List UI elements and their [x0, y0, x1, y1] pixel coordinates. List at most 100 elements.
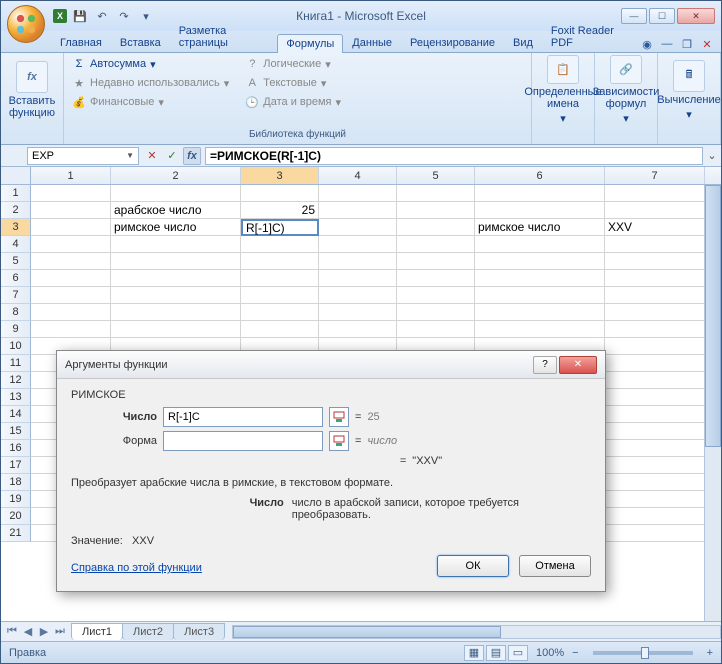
- cell[interactable]: [397, 202, 475, 219]
- cancel-formula-icon[interactable]: ✕: [143, 147, 161, 165]
- cell[interactable]: [319, 270, 397, 287]
- page-break-view-icon[interactable]: ▭: [508, 645, 528, 661]
- sheet-tab[interactable]: Лист1: [71, 623, 123, 640]
- cell[interactable]: [319, 253, 397, 270]
- cell[interactable]: римское число: [111, 219, 241, 236]
- cell[interactable]: [319, 321, 397, 338]
- row-header[interactable]: 4: [1, 236, 31, 253]
- cell[interactable]: [605, 185, 705, 202]
- cell[interactable]: [605, 304, 705, 321]
- chevron-down-icon[interactable]: ▼: [126, 151, 134, 160]
- dialog-titlebar[interactable]: Аргументы функции ? ✕: [57, 351, 605, 379]
- col-header[interactable]: 3: [241, 167, 319, 184]
- cell[interactable]: [111, 321, 241, 338]
- cell[interactable]: [31, 219, 111, 236]
- accept-formula-icon[interactable]: ✓: [163, 147, 181, 165]
- tab-formulas[interactable]: Формулы: [277, 34, 343, 53]
- qat-dropdown-icon[interactable]: ▾: [137, 7, 155, 25]
- name-box[interactable]: EXP ▼: [27, 147, 139, 165]
- tab-foxit[interactable]: Foxit Reader PDF: [542, 21, 639, 52]
- cell[interactable]: [605, 508, 705, 525]
- save-icon[interactable]: 💾: [71, 7, 89, 25]
- cell[interactable]: [111, 253, 241, 270]
- cell[interactable]: [397, 321, 475, 338]
- cell[interactable]: [605, 423, 705, 440]
- tab-home[interactable]: Главная: [51, 33, 111, 52]
- cell[interactable]: [397, 185, 475, 202]
- cell[interactable]: [319, 219, 397, 236]
- defined-names-button[interactable]: 📋 Определенные имена▾: [536, 55, 590, 125]
- cell[interactable]: [241, 270, 319, 287]
- cell[interactable]: [605, 338, 705, 355]
- maximize-button[interactable]: ☐: [649, 8, 675, 24]
- active-cell[interactable]: R[-1]C): [241, 219, 319, 236]
- cell[interactable]: [397, 236, 475, 253]
- prev-sheet-icon[interactable]: ◀: [21, 625, 35, 639]
- row-header[interactable]: 9: [1, 321, 31, 338]
- cell[interactable]: [241, 287, 319, 304]
- cell[interactable]: [31, 270, 111, 287]
- row-header[interactable]: 10: [1, 338, 31, 355]
- tab-view[interactable]: Вид: [504, 33, 542, 52]
- cell[interactable]: [319, 185, 397, 202]
- cell[interactable]: [605, 406, 705, 423]
- cell[interactable]: XXV: [605, 219, 705, 236]
- cell[interactable]: [31, 321, 111, 338]
- zoom-out-icon[interactable]: −: [572, 647, 578, 659]
- cell[interactable]: [31, 185, 111, 202]
- sheet-tab[interactable]: Лист2: [122, 623, 174, 640]
- row-header[interactable]: 2: [1, 202, 31, 219]
- row-header[interactable]: 11: [1, 355, 31, 372]
- doc-minimize-icon[interactable]: —: [659, 36, 675, 52]
- cell[interactable]: [605, 236, 705, 253]
- logical-button[interactable]: ?Логические ▾: [241, 55, 345, 73]
- cell[interactable]: [319, 202, 397, 219]
- zoom-slider[interactable]: [593, 651, 693, 655]
- close-button[interactable]: ✕: [677, 8, 715, 24]
- page-layout-view-icon[interactable]: ▤: [486, 645, 506, 661]
- cell[interactable]: [605, 474, 705, 491]
- vertical-scrollbar[interactable]: [704, 185, 721, 621]
- cell[interactable]: [397, 253, 475, 270]
- last-sheet-icon[interactable]: ⏭: [53, 625, 67, 639]
- col-header[interactable]: 4: [319, 167, 397, 184]
- cell[interactable]: [319, 287, 397, 304]
- col-header[interactable]: 7: [605, 167, 705, 184]
- cell[interactable]: римское число: [475, 219, 605, 236]
- ok-button[interactable]: ОК: [437, 555, 509, 577]
- calculation-button[interactable]: 🖩 Вычисление▾: [662, 55, 716, 125]
- autosum-button[interactable]: ΣАвтосумма ▾: [68, 55, 233, 73]
- col-header[interactable]: 2: [111, 167, 241, 184]
- cell[interactable]: [319, 236, 397, 253]
- redo-icon[interactable]: ↷: [115, 7, 133, 25]
- cell[interactable]: [475, 253, 605, 270]
- cell[interactable]: [31, 202, 111, 219]
- cell[interactable]: [397, 287, 475, 304]
- function-help-link[interactable]: Справка по этой функции: [71, 562, 202, 574]
- cell[interactable]: [475, 236, 605, 253]
- text-button[interactable]: AТекстовые ▾: [241, 74, 345, 92]
- cell[interactable]: [31, 253, 111, 270]
- cell[interactable]: [241, 185, 319, 202]
- row-header[interactable]: 5: [1, 253, 31, 270]
- help-icon[interactable]: ◉: [639, 36, 655, 52]
- first-sheet-icon[interactable]: ⏮: [5, 625, 19, 639]
- cell[interactable]: [475, 202, 605, 219]
- cell[interactable]: [605, 321, 705, 338]
- formula-input[interactable]: =РИМСКОЕ(R[-1]C): [205, 147, 703, 165]
- cell[interactable]: [605, 491, 705, 508]
- select-all-corner[interactable]: [1, 167, 31, 184]
- cell[interactable]: [397, 219, 475, 236]
- normal-view-icon[interactable]: ▦: [464, 645, 484, 661]
- row-header[interactable]: 20: [1, 508, 31, 525]
- tab-page-layout[interactable]: Разметка страницы: [170, 21, 278, 52]
- col-header[interactable]: 1: [31, 167, 111, 184]
- row-header[interactable]: 1: [1, 185, 31, 202]
- row-header[interactable]: 6: [1, 270, 31, 287]
- row-header[interactable]: 8: [1, 304, 31, 321]
- tab-data[interactable]: Данные: [343, 33, 401, 52]
- collapse-dialog-icon[interactable]: [329, 407, 349, 427]
- cell[interactable]: [475, 287, 605, 304]
- formula-deps-button[interactable]: 🔗 Зависимости формул▾: [599, 55, 653, 125]
- cell[interactable]: [605, 525, 705, 542]
